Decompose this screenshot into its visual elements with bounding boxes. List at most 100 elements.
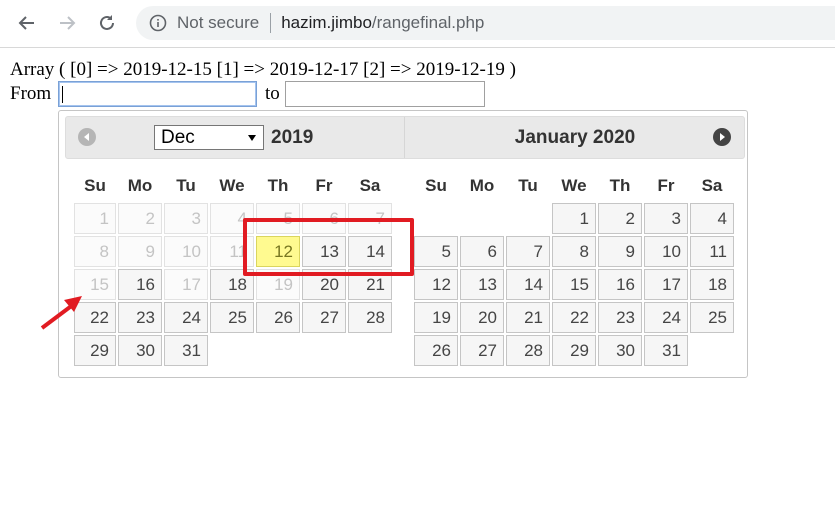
right-day-12[interactable]: 12 — [414, 269, 458, 300]
from-date-input[interactable] — [58, 81, 257, 107]
day-cell — [256, 335, 300, 366]
day-cell: 11 — [690, 236, 734, 267]
weekday-label: Sa — [359, 176, 381, 195]
right-day-22[interactable]: 22 — [552, 302, 596, 333]
right-day-19[interactable]: 19 — [414, 302, 458, 333]
left-day-20[interactable]: 20 — [302, 269, 346, 300]
right-day-16[interactable]: 16 — [598, 269, 642, 300]
calendar-grid: Su Mo Tu We Th Fr Sa 1 2 3 4 5 6 7 8 9 10 11 12 13 14 15 16 17 1… — [412, 169, 736, 368]
datepicker-header: Dec 2019 January 2020 — [65, 116, 745, 159]
left-day-27[interactable]: 27 — [302, 302, 346, 333]
day-cell: 20 — [302, 269, 346, 300]
week-row: 8 9 10 11 12 13 14 — [74, 236, 392, 267]
left-day-26[interactable]: 26 — [256, 302, 300, 333]
back-button[interactable] — [14, 10, 40, 36]
left-day-13[interactable]: 13 — [302, 236, 346, 267]
day-cell: 3 — [164, 203, 208, 234]
day-cell: 26 — [414, 335, 458, 366]
url-path: /rangefinal.php — [371, 13, 485, 32]
prev-month-button[interactable] — [78, 128, 96, 146]
left-day-25[interactable]: 25 — [210, 302, 254, 333]
reload-button[interactable] — [94, 10, 120, 36]
right-day-6[interactable]: 6 — [460, 236, 504, 267]
right-day-5[interactable]: 5 — [414, 236, 458, 267]
right-day-18[interactable]: 18 — [690, 269, 734, 300]
left-day-14[interactable]: 14 — [348, 236, 392, 267]
weekday-label: Fr — [315, 176, 333, 195]
info-icon[interactable] — [149, 14, 167, 32]
left-day-3: 3 — [164, 203, 208, 234]
address-bar[interactable]: Not secure hazim.jimbo/rangefinal.php — [136, 6, 835, 40]
triangle-left-icon — [84, 133, 89, 141]
left-day-2: 2 — [118, 203, 162, 234]
browser-toolbar: Not secure hazim.jimbo/rangefinal.php — [0, 0, 835, 48]
left-day-30[interactable]: 30 — [118, 335, 162, 366]
day-cell — [302, 335, 346, 366]
left-day-16[interactable]: 16 — [118, 269, 162, 300]
day-cell — [506, 203, 550, 234]
day-cell: 29 — [552, 335, 596, 366]
to-label: to — [265, 83, 280, 104]
left-day-7: 7 — [348, 203, 392, 234]
left-day-12[interactable]: 12 — [256, 236, 300, 267]
day-cell: 31 — [644, 335, 688, 366]
datepicker-popup: Dec 2019 January 2020 Su Mo Tu We Th Fr Sa 1 2 3 4… — [58, 110, 748, 378]
right-day-24[interactable]: 24 — [644, 302, 688, 333]
day-cell: 13 — [302, 236, 346, 267]
left-day-18[interactable]: 18 — [210, 269, 254, 300]
right-day-7[interactable]: 7 — [506, 236, 550, 267]
forward-button[interactable] — [54, 10, 80, 36]
left-day-21[interactable]: 21 — [348, 269, 392, 300]
left-day-23[interactable]: 23 — [118, 302, 162, 333]
text-cursor — [62, 86, 63, 103]
separator — [270, 13, 272, 33]
right-day-23[interactable]: 23 — [598, 302, 642, 333]
right-day-30[interactable]: 30 — [598, 335, 642, 366]
week-row: 15 16 17 18 19 20 21 — [74, 269, 392, 300]
next-month-button[interactable] — [713, 128, 731, 146]
right-day-17[interactable]: 17 — [644, 269, 688, 300]
left-day-28[interactable]: 28 — [348, 302, 392, 333]
day-cell: 9 — [118, 236, 162, 267]
right-day-15[interactable]: 15 — [552, 269, 596, 300]
left-day-29[interactable]: 29 — [74, 335, 116, 366]
weekday-label: Tu — [176, 176, 196, 195]
day-cell: 14 — [348, 236, 392, 267]
right-day-9[interactable]: 9 — [598, 236, 642, 267]
right-day-3[interactable]: 3 — [644, 203, 688, 234]
right-day-26[interactable]: 26 — [414, 335, 458, 366]
right-day-25[interactable]: 25 — [690, 302, 734, 333]
right-day-10[interactable]: 10 — [644, 236, 688, 267]
to-date-input[interactable] — [285, 81, 485, 107]
right-day-28[interactable]: 28 — [506, 335, 550, 366]
right-day-1[interactable]: 1 — [552, 203, 596, 234]
left-year-label: 2019 — [271, 127, 314, 148]
weekday-label: Su — [425, 176, 447, 195]
right-day-31[interactable]: 31 — [644, 335, 688, 366]
day-cell: 8 — [74, 236, 116, 267]
right-day-2[interactable]: 2 — [598, 203, 642, 234]
right-day-20[interactable]: 20 — [460, 302, 504, 333]
day-cell: 30 — [118, 335, 162, 366]
left-day-31[interactable]: 31 — [164, 335, 208, 366]
right-day-29[interactable]: 29 — [552, 335, 596, 366]
right-day-21[interactable]: 21 — [506, 302, 550, 333]
day-cell: 1 — [74, 203, 116, 234]
right-day-13[interactable]: 13 — [460, 269, 504, 300]
right-day-8[interactable]: 8 — [552, 236, 596, 267]
weekday-header-row: Su Mo Tu We Th Fr Sa — [74, 171, 392, 201]
day-cell: 28 — [348, 302, 392, 333]
day-cell: 7 — [348, 203, 392, 234]
day-cell: 7 — [506, 236, 550, 267]
right-day-27[interactable]: 27 — [460, 335, 504, 366]
right-day-4[interactable]: 4 — [690, 203, 734, 234]
triangle-right-icon — [720, 133, 725, 141]
right-day-14[interactable]: 14 — [506, 269, 550, 300]
right-month-title: January 2020 — [514, 127, 636, 148]
left-day-24[interactable]: 24 — [164, 302, 208, 333]
day-cell: 24 — [644, 302, 688, 333]
right-day-11[interactable]: 11 — [690, 236, 734, 267]
day-cell: 11 — [210, 236, 254, 267]
month-select[interactable]: Dec — [154, 125, 264, 150]
day-cell — [460, 203, 504, 234]
